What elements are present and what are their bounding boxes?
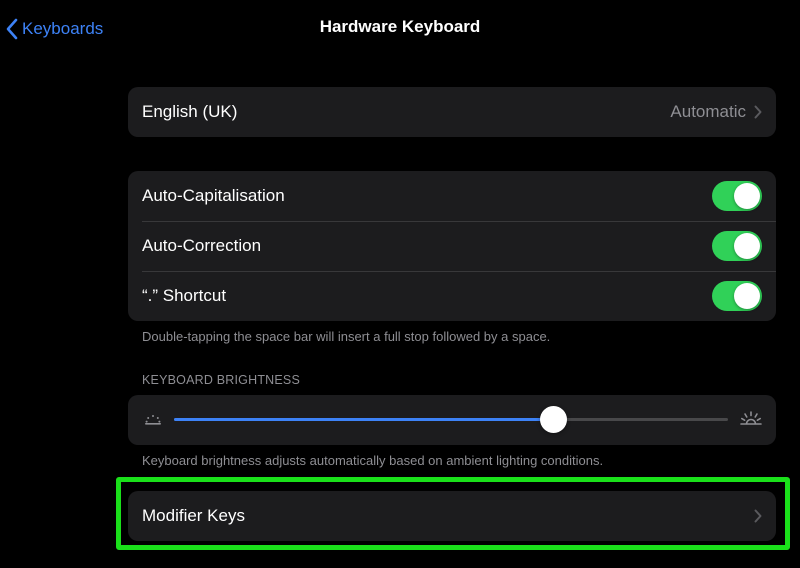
toggle-knob — [734, 233, 760, 259]
language-value: Automatic — [670, 102, 746, 121]
language-row[interactable]: English (UK) Automatic — [128, 87, 776, 137]
brightness-group — [128, 395, 776, 445]
modifier-keys-row[interactable]: Modifier Keys — [128, 491, 776, 541]
brightness-slider-thumb[interactable] — [540, 406, 568, 433]
modifier-keys-label: Modifier Keys — [142, 506, 245, 525]
toggle-knob — [734, 283, 760, 309]
brightness-slider-track[interactable] — [174, 406, 728, 433]
auto-correction-row: Auto-Correction — [128, 221, 776, 271]
period-shortcut-row: “.” Shortcut — [128, 271, 776, 321]
brightness-slider-row — [128, 395, 776, 445]
auto-capitalisation-toggle[interactable] — [712, 181, 762, 211]
typing-options-group: Auto-Capitalisation Auto-Correction “.” … — [128, 171, 776, 321]
auto-correction-toggle[interactable] — [712, 231, 762, 261]
language-group: English (UK) Automatic — [128, 87, 776, 137]
modifier-keys-group: Modifier Keys — [128, 491, 776, 541]
brightness-section-header: KEYBOARD BRIGHTNESS — [142, 373, 300, 387]
chevron-right-icon — [754, 509, 762, 523]
brightness-slider-fill — [174, 418, 554, 421]
page-title: Hardware Keyboard — [319, 17, 481, 36]
brightness-footnote: Keyboard brightness adjusts automaticall… — [142, 453, 604, 468]
language-label: English (UK) — [142, 102, 238, 121]
shortcut-footnote: Double-tapping the space bar will insert… — [142, 329, 551, 344]
auto-correction-label: Auto-Correction — [142, 236, 262, 255]
chevron-right-icon — [754, 105, 762, 119]
toggle-knob — [734, 183, 760, 209]
period-shortcut-toggle[interactable] — [712, 281, 762, 311]
auto-capitalisation-row: Auto-Capitalisation — [128, 171, 776, 221]
brightness-low-icon — [144, 410, 162, 433]
period-shortcut-label: “.” Shortcut — [142, 286, 227, 305]
auto-capitalisation-label: Auto-Capitalisation — [142, 186, 285, 205]
brightness-high-icon — [740, 410, 762, 433]
